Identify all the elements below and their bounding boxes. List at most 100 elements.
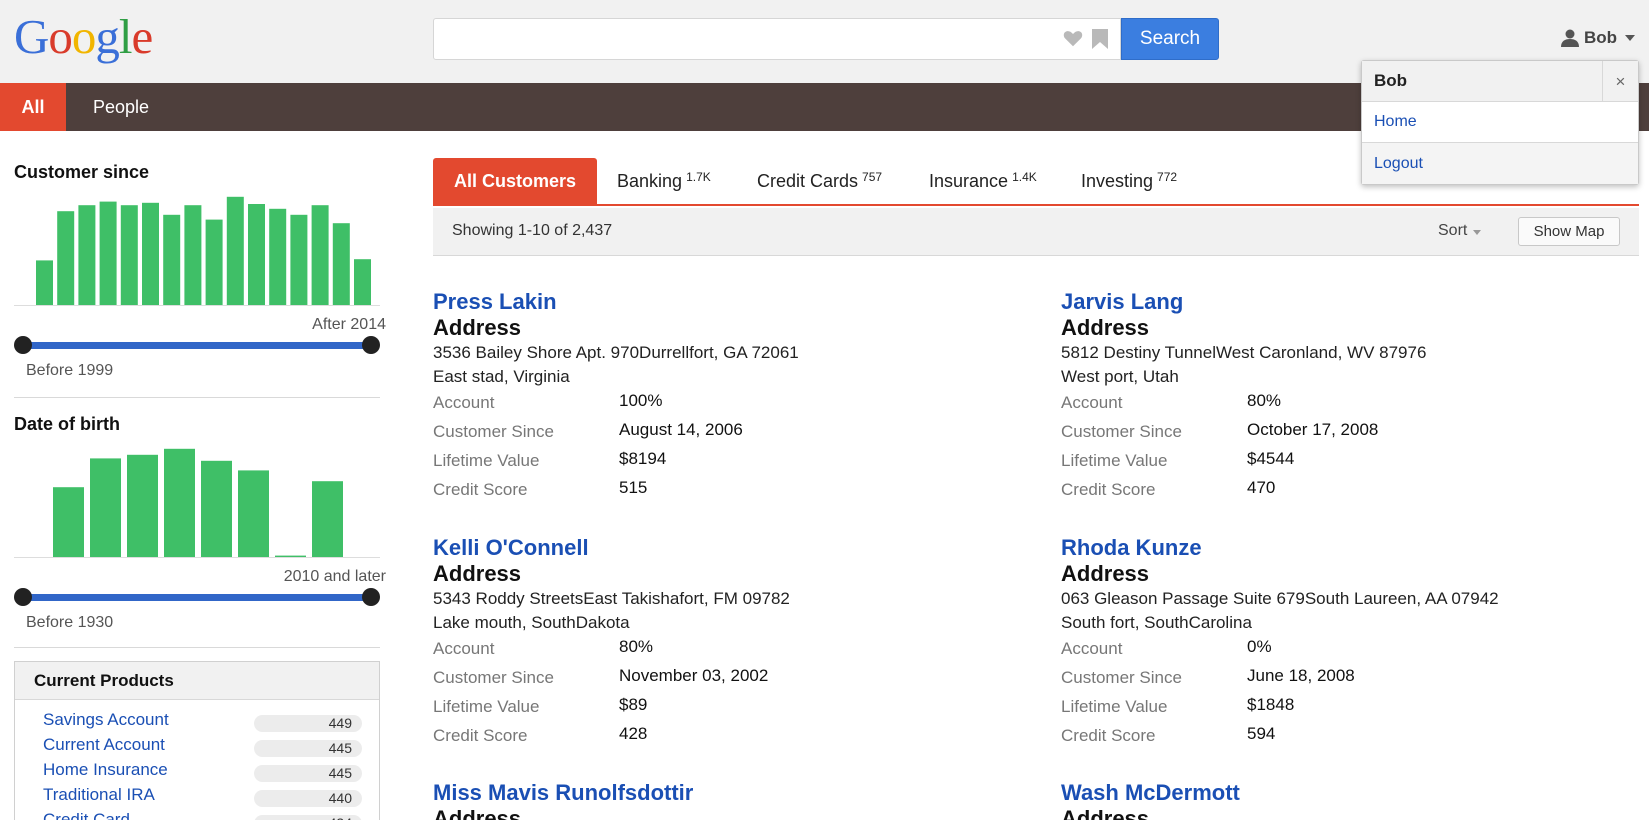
- account-label: Account: [433, 639, 495, 658]
- date-of-birth-slider-min-handle[interactable]: [14, 588, 32, 606]
- tab-credit-cards[interactable]: Credit Cards 757: [757, 158, 882, 204]
- histogram-bar[interactable]: [127, 454, 158, 558]
- product-row[interactable]: Home Insurance 445: [15, 760, 381, 785]
- histogram-bar[interactable]: [238, 470, 269, 558]
- user-icon: [1561, 29, 1579, 47]
- sidebar-divider: [14, 397, 380, 398]
- histogram-bar[interactable]: [248, 204, 265, 306]
- histogram-bar[interactable]: [36, 260, 53, 306]
- histogram-bar[interactable]: [205, 219, 223, 306]
- histogram-bar[interactable]: [201, 460, 232, 558]
- histogram-bar[interactable]: [311, 205, 329, 306]
- nav-tab-people[interactable]: People: [93, 83, 149, 131]
- lifetime-value-label: Lifetime Value: [1061, 697, 1168, 716]
- tab-insurance[interactable]: Insurance 1.4K: [929, 158, 1037, 204]
- histogram-bar[interactable]: [312, 481, 343, 558]
- lifetime-value-row: Lifetime Value $89: [433, 693, 1033, 722]
- product-row[interactable]: Credit Card 434: [15, 810, 381, 820]
- credit-score-value: 470: [1247, 478, 1276, 497]
- date-of-birth-slider-track[interactable]: [23, 594, 371, 601]
- customer-name-link[interactable]: Kelli O'Connell: [433, 535, 1033, 561]
- product-count-badge: 434: [254, 815, 362, 820]
- customer-since-max-label: After 2014: [312, 316, 386, 333]
- customer-name-link[interactable]: Press Lakin: [433, 289, 1033, 315]
- customer-since-slider-min-handle[interactable]: [14, 336, 32, 354]
- credit-score-row: Credit Score 428: [433, 722, 1033, 751]
- product-row[interactable]: Savings Account 449: [15, 710, 381, 735]
- customer-since-slider-track[interactable]: [23, 342, 371, 349]
- google-logo[interactable]: Google: [14, 12, 153, 61]
- results-toolbar: Showing 1-10 of 2,437 Sort Show Map: [433, 208, 1639, 256]
- address-label: Address: [433, 315, 522, 340]
- customer-name-link[interactable]: Miss Mavis Runolfsdottir: [433, 780, 1033, 806]
- dropdown-item-home[interactable]: Home: [1362, 102, 1638, 143]
- show-map-button[interactable]: Show Map: [1518, 217, 1620, 246]
- customer-city: South fort, SouthCarolina: [1061, 613, 1252, 632]
- histogram-bar[interactable]: [120, 205, 138, 306]
- date-of-birth-histogram[interactable]: [14, 438, 380, 558]
- histogram-bar[interactable]: [184, 205, 202, 306]
- customer-since-label: Customer Since: [1061, 668, 1182, 687]
- close-icon[interactable]: ×: [1602, 61, 1638, 102]
- tab-all-customers[interactable]: All Customers: [433, 158, 597, 204]
- product-link[interactable]: Home Insurance: [43, 760, 168, 780]
- customer-since-histogram[interactable]: [14, 186, 380, 306]
- customer-name-link[interactable]: Jarvis Lang: [1061, 289, 1649, 315]
- product-count-badge: 445: [254, 740, 362, 757]
- histogram-baseline: [14, 305, 380, 306]
- histogram-bar[interactable]: [163, 214, 181, 306]
- histogram-bar[interactable]: [57, 211, 75, 306]
- tab-investing[interactable]: Investing 772: [1081, 158, 1177, 204]
- heart-icon[interactable]: [1062, 27, 1084, 49]
- histogram-bar[interactable]: [290, 214, 308, 306]
- product-link[interactable]: Credit Card: [43, 810, 130, 820]
- histogram-bar[interactable]: [78, 205, 96, 306]
- tab-label: Investing: [1081, 170, 1154, 191]
- histogram-bar[interactable]: [269, 208, 287, 306]
- address-label: Address: [433, 806, 522, 820]
- dropdown-item-logout[interactable]: Logout: [1362, 143, 1638, 184]
- customer-name-link[interactable]: Wash McDermott: [1061, 780, 1649, 806]
- product-count-badge: 440: [254, 790, 362, 807]
- lifetime-value-value: $1848: [1247, 695, 1295, 714]
- customer-since-slider-max-handle[interactable]: [362, 336, 380, 354]
- search-button[interactable]: Search: [1121, 18, 1219, 60]
- credit-score-label: Credit Score: [433, 480, 528, 499]
- product-count-badge: 449: [254, 715, 362, 732]
- histogram-bar[interactable]: [354, 259, 371, 306]
- customer-since-value: November 03, 2002: [619, 666, 769, 685]
- credit-score-label: Credit Score: [1061, 726, 1156, 745]
- credit-score-row: Credit Score 515: [433, 476, 1033, 505]
- histogram-bar[interactable]: [332, 223, 350, 306]
- product-row[interactable]: Traditional IRA 440: [15, 785, 381, 810]
- search-input[interactable]: [442, 27, 1042, 51]
- customer-name-link[interactable]: Rhoda Kunze: [1061, 535, 1649, 561]
- lifetime-value-label: Lifetime Value: [433, 451, 540, 470]
- histogram-bar[interactable]: [99, 201, 117, 306]
- product-row[interactable]: Current Account 445: [15, 735, 381, 760]
- product-link[interactable]: Savings Account: [43, 710, 169, 730]
- customer-since-label: Customer Since: [433, 668, 554, 687]
- customer-card: Kelli O'Connell Address 5343 Roddy Streets…: [433, 535, 1033, 751]
- customer-card: Wash McDermott Address: [1061, 780, 1649, 820]
- tab-banking[interactable]: Banking 1.7K: [617, 158, 711, 204]
- account-row: Account 100%: [433, 389, 1033, 418]
- date-of-birth-slider-max-handle[interactable]: [362, 588, 380, 606]
- tab-label: Banking: [617, 170, 683, 191]
- sort-dropdown[interactable]: Sort: [1438, 222, 1482, 240]
- histogram-bar[interactable]: [226, 196, 244, 306]
- customer-address: 5343 Roddy StreetsEast Takishafort, FM 0…: [433, 589, 790, 608]
- product-link[interactable]: Current Account: [43, 735, 165, 755]
- bookmark-icon[interactable]: [1091, 28, 1109, 50]
- nav-tab-all[interactable]: All: [0, 83, 66, 131]
- sidebar-divider: [14, 647, 380, 648]
- histogram-bar[interactable]: [53, 487, 84, 558]
- product-link[interactable]: Traditional IRA: [43, 785, 155, 805]
- user-menu-toggle[interactable]: Bob: [1560, 26, 1636, 50]
- account-value: 80%: [1247, 391, 1282, 410]
- histogram-bar[interactable]: [90, 458, 121, 558]
- search-box[interactable]: [433, 18, 1121, 60]
- histogram-bar[interactable]: [142, 202, 159, 306]
- histogram-bar[interactable]: [164, 448, 195, 558]
- credit-score-row: Credit Score 470: [1061, 476, 1649, 505]
